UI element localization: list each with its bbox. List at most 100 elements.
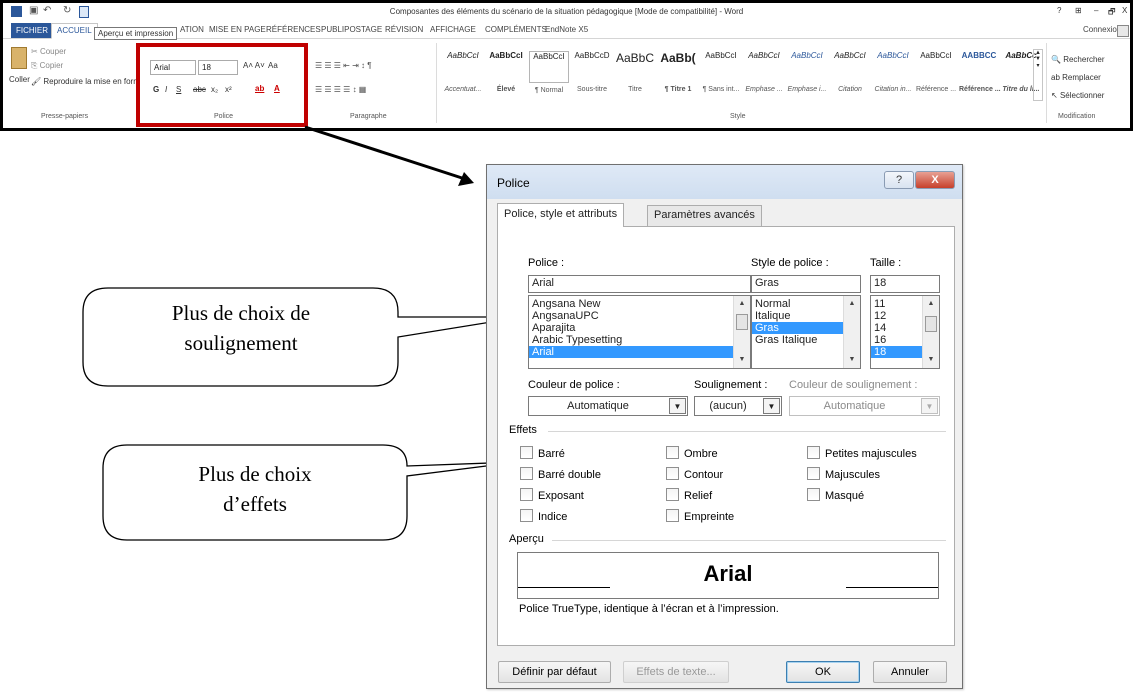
size-field[interactable]: 18 bbox=[870, 275, 940, 293]
callout-underline-line1: Plus de choix de bbox=[171, 301, 311, 325]
checkbox-all-caps[interactable]: Majuscules bbox=[807, 467, 880, 481]
tab-font-style[interactable]: Police, style et attributs bbox=[497, 203, 625, 227]
scroll-up-icon[interactable]: ▲ bbox=[844, 297, 860, 311]
checkbox-icon[interactable] bbox=[666, 488, 679, 501]
font-dialog: Police ? X Police, style et attributs Pa… bbox=[486, 164, 963, 689]
callout-underline-line2: soulignement bbox=[184, 331, 298, 355]
underline-color-label: Couleur de soulignement : bbox=[789, 379, 918, 391]
checkbox-label: Empreinte bbox=[684, 511, 735, 523]
checkbox-icon[interactable] bbox=[666, 446, 679, 459]
checkbox-shadow[interactable]: Ombre bbox=[666, 446, 718, 460]
underline-color-dropdown: Automatique ▼ bbox=[789, 396, 940, 416]
checkbox-outline[interactable]: Contour bbox=[666, 467, 723, 481]
checkbox-label: Contour bbox=[684, 469, 724, 481]
scroll-down-icon[interactable]: ▼ bbox=[923, 353, 939, 367]
style-label: Style de police : bbox=[751, 257, 829, 269]
checkbox-label: Ombre bbox=[684, 448, 718, 460]
size-label: Taille : bbox=[870, 257, 902, 269]
list-item-selected[interactable]: Gras bbox=[752, 322, 843, 334]
help-button[interactable]: ? bbox=[884, 171, 914, 189]
list-item[interactable]: AngsanaUPC bbox=[529, 310, 750, 322]
checkbox-subscript[interactable]: Indice bbox=[520, 509, 567, 523]
checkbox-icon[interactable] bbox=[520, 509, 533, 522]
checkbox-label: Exposant bbox=[538, 490, 584, 502]
scrollbar[interactable]: ▲ ▼ bbox=[733, 296, 750, 368]
cancel-button[interactable]: Annuler bbox=[873, 661, 947, 683]
checkbox-strikethrough[interactable]: Barré bbox=[520, 446, 565, 460]
checkbox-label: Barré double bbox=[538, 469, 601, 481]
scroll-down-icon[interactable]: ▼ bbox=[844, 353, 860, 367]
scroll-down-icon[interactable]: ▼ bbox=[734, 353, 750, 367]
font-list[interactable]: Angsana New AngsanaUPC Aparajita Arabic … bbox=[528, 295, 751, 369]
underline-color-value: Automatique bbox=[823, 400, 886, 412]
list-item[interactable]: Angsana New bbox=[529, 298, 750, 310]
checkbox-superscript[interactable]: Exposant bbox=[520, 488, 584, 502]
size-list[interactable]: 11 12 14 16 18 ▲ ▼ bbox=[870, 295, 940, 369]
text-effects-button: Effets de texte... bbox=[623, 661, 729, 683]
ok-button[interactable]: OK bbox=[786, 661, 860, 683]
checkbox-icon[interactable] bbox=[807, 446, 820, 459]
checkbox-icon[interactable] bbox=[807, 467, 820, 480]
scroll-thumb[interactable] bbox=[736, 314, 748, 330]
font-color-value: Automatique bbox=[567, 400, 629, 412]
callout-effects-line2: d’effets bbox=[223, 492, 287, 516]
callout-effects-line1: Plus de choix bbox=[198, 462, 312, 486]
tab-advanced[interactable]: Paramètres avancés bbox=[647, 205, 762, 227]
close-button[interactable]: X bbox=[915, 171, 955, 189]
scrollbar[interactable]: ▲ ▼ bbox=[922, 296, 939, 368]
scroll-up-icon[interactable]: ▲ bbox=[734, 297, 750, 311]
preview-baseline-left bbox=[518, 587, 610, 588]
checkbox-hidden[interactable]: Masqué bbox=[807, 488, 864, 502]
checkbox-label: Barré bbox=[538, 448, 565, 460]
checkbox-icon[interactable] bbox=[666, 509, 679, 522]
checkbox-double-strikethrough[interactable]: Barré double bbox=[520, 467, 601, 481]
scroll-thumb[interactable] bbox=[925, 316, 937, 332]
style-list[interactable]: Normal Italique Gras Gras Italique ▲ ▼ bbox=[751, 295, 861, 369]
checkbox-engrave[interactable]: Empreinte bbox=[666, 509, 734, 523]
underline-label: Soulignement : bbox=[694, 379, 768, 391]
list-item-selected[interactable]: 18 bbox=[871, 346, 922, 358]
scrollbar[interactable]: ▲ ▼ bbox=[843, 296, 860, 368]
preview-label: Aperçu bbox=[509, 533, 544, 545]
font-label: Police : bbox=[528, 257, 565, 269]
underline-dropdown[interactable]: (aucun) ▼ bbox=[694, 396, 782, 416]
preview-note: Police TrueType, identique à l’écran et … bbox=[519, 603, 779, 615]
dialog-title: Police bbox=[497, 176, 530, 190]
list-item[interactable]: Arabic Typesetting bbox=[529, 334, 750, 346]
preview-text: Arial bbox=[703, 561, 753, 586]
pointer-arrow bbox=[304, 125, 463, 180]
callout-underline: Plus de choix de soulignement bbox=[95, 298, 387, 358]
checkbox-label: Relief bbox=[684, 490, 713, 502]
checkbox-emboss[interactable]: Relief bbox=[666, 488, 712, 502]
checkbox-small-caps[interactable]: Petites majuscules bbox=[807, 446, 917, 460]
font-name-field[interactable]: Arial bbox=[528, 275, 751, 293]
callout-effects: Plus de choix d’effets bbox=[115, 459, 395, 519]
checkbox-label: Petites majuscules bbox=[825, 448, 917, 460]
set-default-button[interactable]: Définir par défaut bbox=[498, 661, 611, 683]
chevron-down-icon[interactable]: ▼ bbox=[669, 398, 686, 414]
checkbox-label: Masqué bbox=[825, 490, 865, 502]
font-color-dropdown[interactable]: Automatique ▼ bbox=[528, 396, 688, 416]
list-item[interactable]: Aparajita bbox=[529, 322, 750, 334]
scroll-up-icon[interactable]: ▲ bbox=[923, 297, 939, 311]
style-field[interactable]: Gras bbox=[751, 275, 861, 293]
font-color-label: Couleur de police : bbox=[528, 379, 620, 391]
checkbox-icon[interactable] bbox=[666, 467, 679, 480]
effects-label: Effets bbox=[509, 424, 537, 436]
checkbox-icon[interactable] bbox=[520, 467, 533, 480]
checkbox-label: Majuscules bbox=[825, 469, 881, 481]
dialog-title-bar: Police ? X bbox=[487, 165, 962, 199]
underline-value: (aucun) bbox=[709, 400, 747, 412]
font-tab-panel: Police : Arial Angsana New AngsanaUPC Ap… bbox=[497, 226, 955, 646]
list-item-selected[interactable]: Arial bbox=[529, 346, 733, 358]
checkbox-icon[interactable] bbox=[807, 488, 820, 501]
divider bbox=[548, 431, 946, 432]
preview-box: Arial bbox=[517, 552, 939, 599]
checkbox-label: Indice bbox=[538, 511, 568, 523]
preview-baseline-right bbox=[846, 587, 938, 588]
checkbox-icon[interactable] bbox=[520, 446, 533, 459]
chevron-down-icon[interactable]: ▼ bbox=[763, 398, 780, 414]
checkbox-icon[interactable] bbox=[520, 488, 533, 501]
divider bbox=[552, 540, 946, 541]
chevron-down-icon: ▼ bbox=[921, 398, 938, 414]
